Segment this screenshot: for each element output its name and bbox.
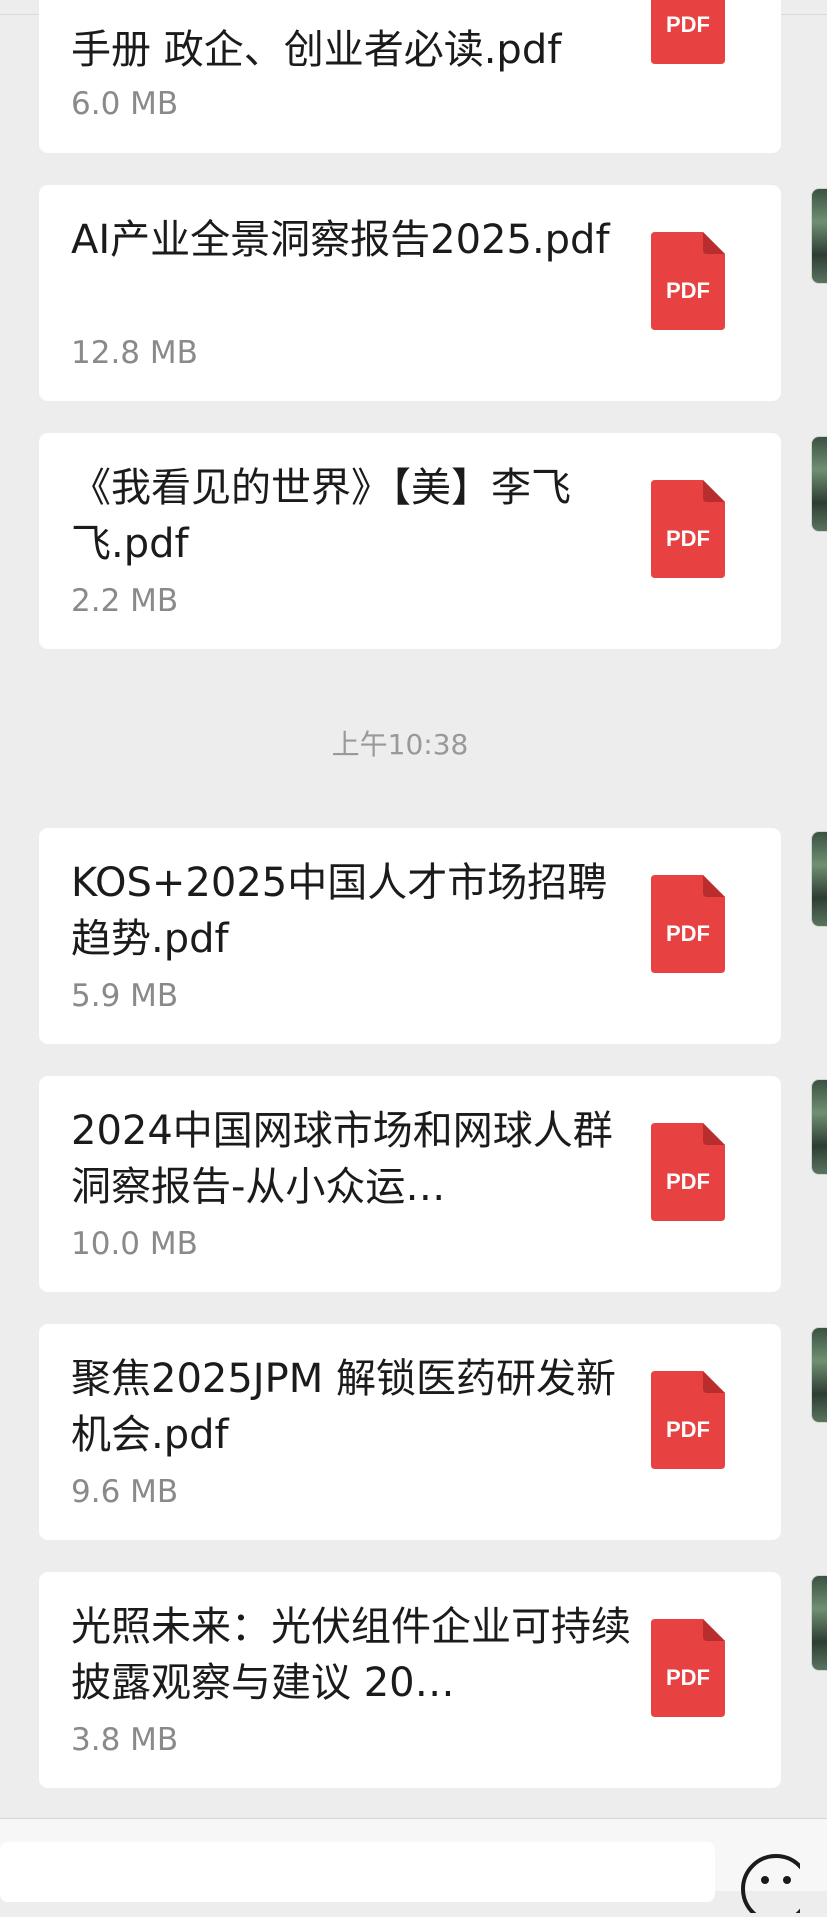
sender-avatar[interactable]: [811, 1575, 827, 1671]
pdf-label: PDF: [666, 1665, 710, 1690]
pdf-file-icon: PDF: [651, 1371, 725, 1469]
file-name: 聚焦2025JPM 解锁医药研发新机会.pdf: [71, 1356, 616, 1458]
file-size: 2.2 MB: [71, 583, 179, 619]
file-message-card[interactable]: KOS+2025中国人才市场招聘趋势.pdf 5.9 MB PDF: [39, 828, 781, 1044]
file-size: 3.8 MB: [71, 1722, 179, 1758]
pdf-file-icon: PDF: [651, 1619, 725, 1717]
pdf-file-icon: PDF: [651, 0, 725, 64]
sender-avatar[interactable]: [811, 436, 827, 532]
pdf-file-icon: PDF: [651, 1123, 725, 1221]
file-name: 手册 政企、创业者必读.pdf: [71, 27, 562, 73]
sender-avatar[interactable]: [811, 1327, 827, 1423]
pdf-label: PDF: [666, 1417, 710, 1442]
pdf-label: PDF: [666, 1169, 710, 1194]
file-message-card[interactable]: 《我看见的世界》【美】李飞飞.pdf 2.2 MB PDF: [39, 433, 781, 649]
file-message-card[interactable]: AI产业全景洞察报告2025.pdf 12.8 MB PDF: [39, 185, 781, 401]
sender-avatar[interactable]: [811, 1079, 827, 1175]
file-size: 12.8 MB: [71, 335, 198, 371]
file-size: 9.6 MB: [71, 1474, 179, 1510]
file-size: 10.0 MB: [71, 1226, 198, 1262]
emoji-face-icon[interactable]: [740, 1853, 811, 1917]
sender-avatar[interactable]: [811, 831, 827, 927]
pdf-label: PDF: [666, 921, 710, 946]
pdf-file-icon: PDF: [651, 480, 725, 578]
avatar-image: [811, 831, 827, 927]
avatar-image: [811, 1575, 827, 1671]
avatar-image: [811, 1327, 827, 1423]
avatar-image: [811, 188, 827, 284]
file-message-card[interactable]: 光照未来：光伏组件企业可持续披露观察与建议 20… 3.8 MB PDF: [39, 1572, 781, 1788]
pdf-file-icon: PDF: [651, 232, 725, 330]
chat-input-bar: [0, 1818, 827, 1917]
file-message-card[interactable]: 聚焦2025JPM 解锁医药研发新机会.pdf 9.6 MB PDF: [39, 1324, 781, 1540]
avatar-image: [811, 436, 827, 532]
file-size: 5.9 MB: [71, 978, 179, 1014]
file-name: 光照未来：光伏组件企业可持续披露观察与建议 20…: [71, 1604, 631, 1706]
file-message-card[interactable]: 2024中国网球市场和网球人群洞察报告-从小众运… 10.0 MB PDF: [39, 1076, 781, 1292]
pdf-label: PDF: [666, 12, 710, 37]
file-message-card[interactable]: 手册 政企、创业者必读.pdf 6.0 MB PDF: [39, 0, 781, 153]
pdf-label: PDF: [666, 278, 710, 303]
sender-avatar[interactable]: [811, 188, 827, 284]
pdf-file-icon: PDF: [651, 875, 725, 973]
file-name: 2024中国网球市场和网球人群洞察报告-从小众运…: [71, 1108, 613, 1210]
file-size: 6.0 MB: [71, 86, 179, 122]
pdf-label: PDF: [666, 526, 710, 551]
file-name: KOS+2025中国人才市场招聘趋势.pdf: [71, 860, 608, 962]
file-name: 《我看见的世界》【美】李飞飞.pdf: [71, 465, 571, 567]
avatar-image: [811, 1079, 827, 1175]
message-input[interactable]: [0, 1842, 715, 1902]
message-timestamp: 上午10:38: [331, 728, 469, 761]
file-name: AI产业全景洞察报告2025.pdf: [71, 217, 610, 263]
